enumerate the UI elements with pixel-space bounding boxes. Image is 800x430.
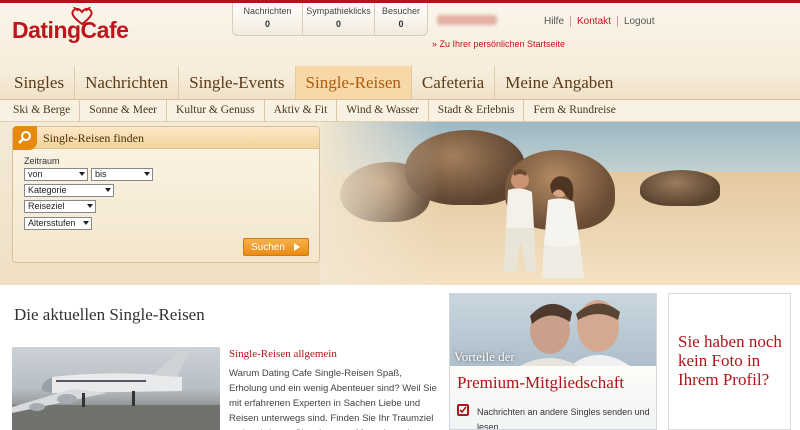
article-text: Warum Dating Cafe Single-Reisen Spaß, Er… xyxy=(229,368,437,430)
chevron-down-icon xyxy=(83,221,89,225)
subnav-aktiv-fit[interactable]: Aktiv & Fit xyxy=(265,100,338,121)
chevron-down-icon xyxy=(79,172,85,176)
stat-sympathy-clicks[interactable]: Sympathieklicks 0 xyxy=(303,3,375,35)
help-link[interactable]: Hilfe xyxy=(538,16,572,27)
search-box-title: Single-Reisen finden xyxy=(43,131,144,145)
article-title[interactable]: Single-Reisen allgemein xyxy=(229,348,337,360)
premium-title: Premium-Mitgliedschaft xyxy=(457,373,625,392)
subnav-kultur-genuss[interactable]: Kultur & Genuss xyxy=(167,100,265,121)
stat-messages[interactable]: Nachrichten 0 xyxy=(233,3,303,35)
premium-benefit: Nachrichten an andere Singles senden und… xyxy=(477,407,650,430)
nav-meine-angaben[interactable]: Meine Angaben xyxy=(495,66,623,99)
stat-label: Besucher xyxy=(381,6,421,16)
stat-label: Nachrichten xyxy=(243,6,292,16)
arrow-right-icon xyxy=(294,243,300,251)
nav-cafeteria[interactable]: Cafeteria xyxy=(412,66,496,99)
destination-select-value: Reiseziel xyxy=(28,201,65,211)
subnav-sonne-meer[interactable]: Sonne & Meer xyxy=(80,100,168,121)
subnav-stadt-erlebnis[interactable]: Stadt & Erlebnis xyxy=(429,100,525,121)
startpage-link[interactable]: » Zu Ihrer persönlichen Startseite xyxy=(432,39,565,49)
hero-fade xyxy=(320,122,440,285)
woman-figure xyxy=(542,176,584,278)
subnav-ski-berge[interactable]: Ski & Berge xyxy=(4,100,81,121)
photo-prompt-text: Sie haben noch kein Foto in Ihrem Profil… xyxy=(678,332,782,389)
contact-link[interactable]: Kontakt xyxy=(571,16,618,27)
man-figure xyxy=(504,169,536,272)
category-select-value: Kategorie xyxy=(28,185,67,195)
heart-logo-icon xyxy=(71,7,93,25)
subnav-wind-wasser[interactable]: Wind & Wasser xyxy=(337,100,429,121)
main-nav: Singles Nachrichten Single-Events Single… xyxy=(0,66,800,100)
search-box-header: Single-Reisen finden xyxy=(13,126,319,150)
from-select-value: von xyxy=(28,169,43,179)
to-select[interactable]: bis xyxy=(91,168,153,181)
search-button[interactable]: Suchen xyxy=(243,238,309,256)
destination-select[interactable]: Reiseziel xyxy=(24,200,96,213)
top-links: Hilfe Kontakt Logout xyxy=(538,16,661,27)
from-select[interactable]: von xyxy=(24,168,88,181)
blurred-username xyxy=(437,15,497,25)
chevron-down-icon xyxy=(87,204,93,208)
premium-pretitle: Vorteile der xyxy=(454,349,515,364)
nav-nachrichten[interactable]: Nachrichten xyxy=(75,66,180,99)
stat-visitors[interactable]: Besucher 0 xyxy=(375,3,427,35)
logout-link[interactable]: Logout xyxy=(618,16,661,27)
header: DatingCafe Nachrichten 0 Sympathieklicks… xyxy=(0,0,800,66)
category-select[interactable]: Kategorie xyxy=(24,184,114,197)
period-label: Zeitraum xyxy=(24,156,60,166)
nav-single-events[interactable]: Single-Events xyxy=(179,66,296,99)
stats-bar: Nachrichten 0 Sympathieklicks 0 Besucher… xyxy=(232,3,428,36)
stat-label: Sympathieklicks xyxy=(306,6,371,16)
age-select-value: Altersstufen xyxy=(28,218,76,228)
nav-singles[interactable]: Singles xyxy=(4,66,76,99)
checkmark-icon xyxy=(457,404,469,416)
search-button-label: Suchen xyxy=(251,242,285,253)
to-select-value: bis xyxy=(95,169,107,179)
section-title: Die aktuellen Single-Reisen xyxy=(14,305,205,324)
rock xyxy=(640,170,720,206)
magnifier-icon xyxy=(13,126,37,150)
airplane-image[interactable] xyxy=(12,347,220,430)
chevron-down-icon xyxy=(144,172,150,176)
premium-box[interactable]: Vorteile der Premium-Mitgliedschaft Nach… xyxy=(449,293,657,430)
sub-nav: Ski & Berge Sonne & Meer Kultur & Genuss… xyxy=(0,100,800,122)
stat-value: 0 xyxy=(398,19,404,29)
logo[interactable]: DatingCafe xyxy=(12,7,129,44)
photo-prompt-box[interactable]: Sie haben noch kein Foto in Ihrem Profil… xyxy=(668,293,791,430)
age-select[interactable]: Altersstufen xyxy=(24,217,92,230)
airplane-icon xyxy=(12,351,220,430)
stat-value: 0 xyxy=(264,19,270,29)
stat-value: 0 xyxy=(335,19,341,29)
nav-single-reisen[interactable]: Single-Reisen xyxy=(295,66,412,99)
chevron-down-icon xyxy=(105,188,111,192)
subnav-fern-rundreise[interactable]: Fern & Rundreise xyxy=(524,100,624,121)
travel-search-box: Single-Reisen finden Zeitraum von bis Ka… xyxy=(12,126,320,263)
